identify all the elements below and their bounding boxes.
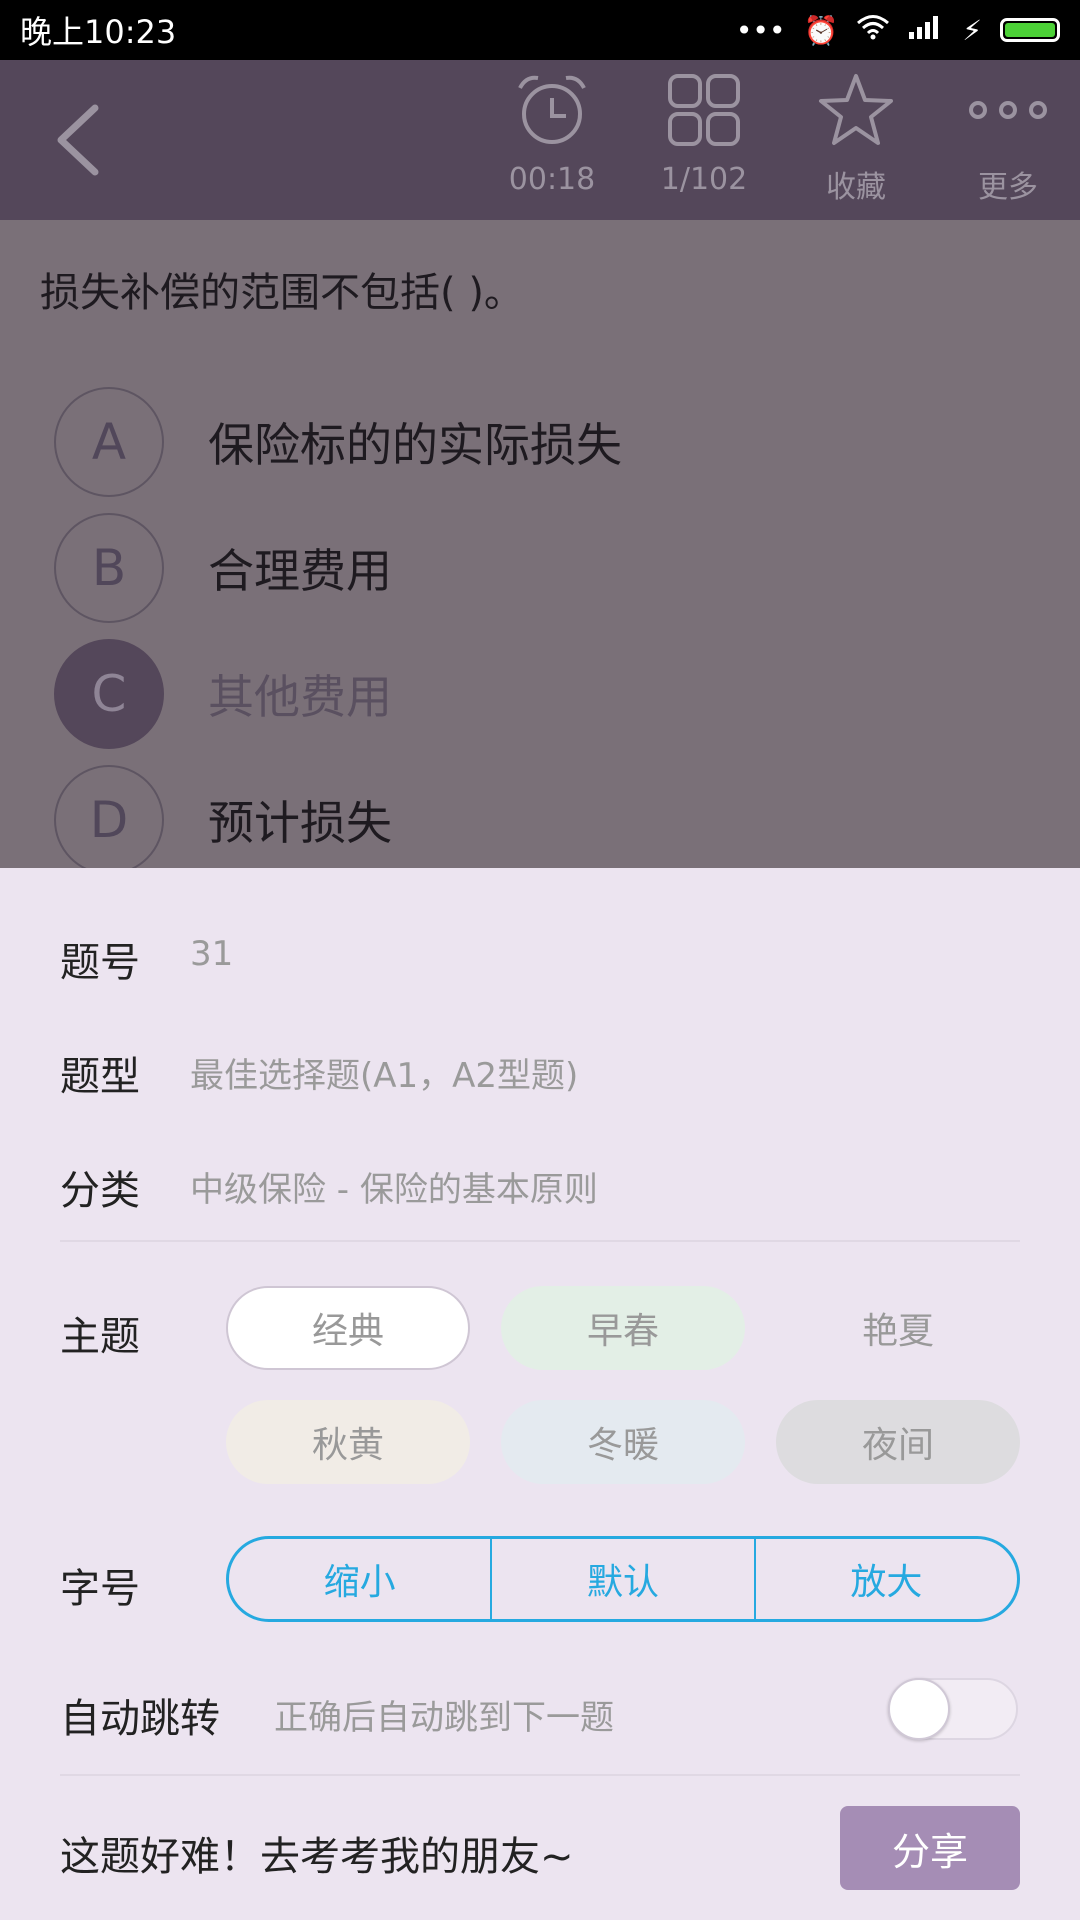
favorite-label: 收藏: [826, 170, 886, 205]
more-icon: [969, 101, 1047, 119]
type-value: 最佳选择题(A1，A2型题): [190, 1056, 579, 1096]
option-letter: A: [54, 387, 164, 497]
category-label: 分类: [60, 1168, 140, 1214]
font-size-default-button[interactable]: 默认: [490, 1539, 753, 1619]
theme-option-night[interactable]: 夜间: [776, 1400, 1020, 1484]
option-letter: D: [54, 765, 164, 868]
status-time: 晚上10:23: [20, 13, 177, 51]
option-text: 合理费用: [208, 544, 392, 598]
theme-option-autumn[interactable]: 秋黄: [226, 1400, 470, 1484]
theme-option-winter[interactable]: 冬暖: [501, 1400, 745, 1484]
battery-icon: [1000, 18, 1060, 42]
toolbar: 00:18 1/102 收藏 更多: [0, 60, 1080, 220]
type-label: 题型: [60, 1054, 140, 1100]
option-text: 预计损失: [208, 796, 392, 850]
font-size-larger-button[interactable]: 放大: [753, 1539, 1017, 1619]
timer-button[interactable]: 00:18: [477, 70, 627, 210]
divider: [60, 1240, 1020, 1242]
option-text: 其他费用: [208, 670, 392, 724]
favorite-button[interactable]: 收藏: [781, 70, 931, 210]
number-value: 31: [190, 934, 234, 974]
font-size-segmented-control: 缩小 默认 放大: [226, 1536, 1020, 1622]
timer-label: 00:18: [508, 162, 596, 197]
option-d[interactable]: D 预计损失: [54, 764, 392, 868]
option-letter: C: [54, 639, 164, 749]
progress-button[interactable]: 1/102: [629, 70, 779, 210]
status-icons: ••• ⏰ ⚡: [736, 14, 1060, 47]
wifi-icon: [856, 14, 890, 47]
theme-option-spring[interactable]: 早春: [501, 1286, 745, 1370]
option-b[interactable]: B 合理费用: [54, 512, 392, 624]
question-text: 损失补偿的范围不包括( )。: [40, 270, 524, 316]
grid-icon: [668, 74, 740, 146]
auto-jump-desc: 正确后自动跳到下一题: [274, 1698, 614, 1738]
more-button[interactable]: 更多: [933, 70, 1080, 210]
divider: [60, 1774, 1020, 1776]
alarm-icon: ⏰: [803, 13, 839, 47]
status-bar: 晚上10:23 ••• ⏰ ⚡: [0, 0, 1080, 60]
more-dots-icon: •••: [735, 13, 786, 47]
question-area: 损失补偿的范围不包括( )。 A 保险标的的实际损失 B 合理费用 C 其他费用…: [0, 220, 1080, 868]
star-icon: [819, 74, 893, 145]
option-c[interactable]: C 其他费用: [54, 638, 392, 750]
auto-jump-label: 自动跳转: [60, 1696, 220, 1742]
settings-sheet: 题号 31 题型 最佳选择题(A1，A2型题) 分类 中级保险 - 保险的基本原…: [0, 868, 1080, 1920]
alarm-clock-icon: [518, 75, 586, 144]
category-value: 中级保险 - 保险的基本原则: [190, 1170, 598, 1210]
font-size-smaller-button[interactable]: 缩小: [229, 1539, 490, 1619]
option-letter: B: [54, 513, 164, 623]
theme-label: 主题: [60, 1314, 140, 1360]
auto-jump-toggle[interactable]: [888, 1678, 1018, 1740]
share-button[interactable]: 分享: [840, 1806, 1020, 1890]
theme-option-summer[interactable]: 艳夏: [776, 1286, 1020, 1370]
charging-icon: ⚡: [962, 13, 982, 47]
font-size-label: 字号: [60, 1566, 140, 1612]
progress-label: 1/102: [660, 162, 748, 197]
theme-option-classic[interactable]: 经典: [226, 1286, 470, 1370]
back-button[interactable]: [45, 100, 115, 180]
option-text: 保险标的的实际损失: [208, 418, 622, 472]
more-label: 更多: [978, 170, 1038, 205]
option-a[interactable]: A 保险标的的实际损失: [54, 386, 622, 498]
signal-icon: [908, 14, 944, 47]
back-icon: [57, 104, 99, 176]
number-label: 题号: [60, 940, 140, 986]
toggle-knob: [888, 1678, 950, 1740]
share-prompt: 这题好难！去考考我的朋友~: [60, 1834, 574, 1880]
